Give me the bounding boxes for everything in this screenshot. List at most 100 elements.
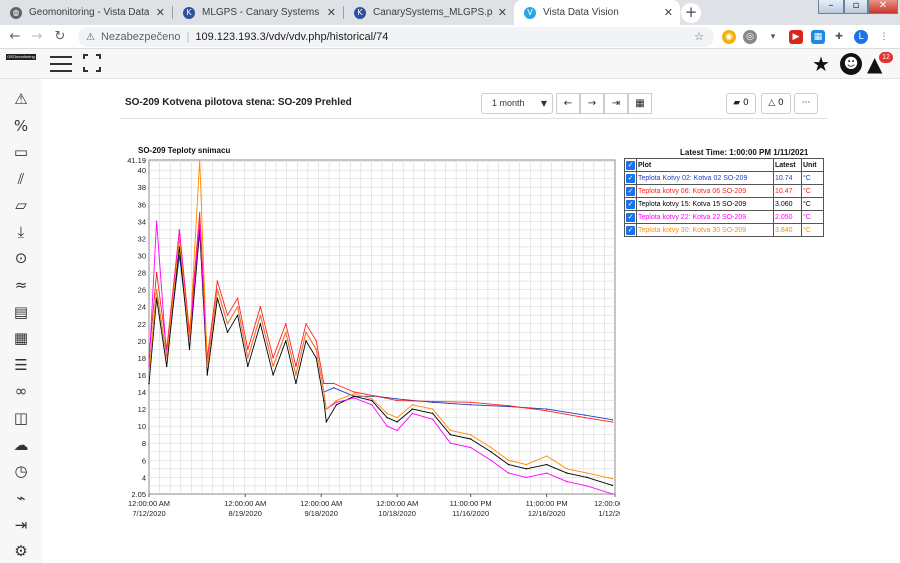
extension-icon[interactable]: ◎ xyxy=(743,30,757,44)
app-header: GEOmonitoring ★ ☻ ▲ xyxy=(0,49,900,79)
data-point xyxy=(236,314,239,316)
previous-period-button[interactable]: ← xyxy=(556,93,580,114)
browser-tab-strip: ◍ Geomonitoring - Vista Data Visio ✕ K M… xyxy=(0,0,900,25)
calendar-button[interactable]: ▦ xyxy=(628,93,652,114)
hamburger-menu-button[interactable] xyxy=(50,56,72,72)
maximize-button[interactable]: ▫ xyxy=(844,0,868,14)
checkbox-icon[interactable]: ✓ xyxy=(626,160,635,170)
download-icon[interactable]: ⤓ xyxy=(10,222,32,242)
data-point xyxy=(371,398,373,400)
calendar-icon[interactable]: ▦ xyxy=(10,328,32,348)
checkbox-icon[interactable]: ✓ xyxy=(626,173,635,183)
data-point xyxy=(611,478,614,480)
legend-plot-name: Teplota Kotvy 02: Kotva 02 SO-209 xyxy=(636,171,774,185)
trend-icon[interactable]: ≈ xyxy=(10,275,32,295)
browser-tab[interactable]: K CanarySystems_MLGPS.pdf ✕ xyxy=(344,0,514,25)
new-tab-button[interactable]: + xyxy=(681,3,701,23)
data-point xyxy=(525,476,528,479)
legend-row[interactable]: ✓ Teplota kotvy 06: Kotva 06 SO-209 10.47 °… xyxy=(624,184,824,198)
clock-icon[interactable]: ◷ xyxy=(10,461,32,481)
satellite-icon[interactable]: ⌁ xyxy=(10,488,32,508)
browser-tab[interactable]: ◍ Geomonitoring - Vista Data Visio ✕ xyxy=(0,0,172,25)
data-point xyxy=(353,393,355,395)
browser-tab-active[interactable]: V Vista Data Vision ✕ xyxy=(514,0,680,25)
data-point xyxy=(353,391,355,393)
address-bar[interactable]: ⚠ Nezabezpečeno | 109.123.193.3/vdv/vdv.php… xyxy=(78,27,714,47)
legend-row[interactable]: ✓ Teplota kotvy 15: Kotva 15 SO-209 3.060 °… xyxy=(624,197,824,211)
legend-checkbox[interactable]: ✓ xyxy=(624,184,637,198)
percent-icon[interactable]: % xyxy=(10,116,32,136)
temperature-chart[interactable]: 2.05 4 6 8 10 12 14 16 18 20 22 24 26 28 30 32 34 36 38 404… xyxy=(100,150,620,522)
user-icon[interactable]: ☻ xyxy=(840,53,862,75)
data-point xyxy=(315,340,317,342)
layout-icon[interactable]: ◫ xyxy=(10,408,32,428)
logout-icon[interactable]: ⇥ xyxy=(10,515,32,535)
keyboard-icon[interactable]: ▤ xyxy=(10,302,32,322)
data-point xyxy=(469,433,472,436)
report-icon[interactable]: ☰ xyxy=(10,355,32,375)
close-icon[interactable]: ✕ xyxy=(156,6,165,19)
fullscreen-icon[interactable] xyxy=(82,53,102,73)
data-point xyxy=(323,391,325,393)
kebab-menu-icon[interactable]: ⋮ xyxy=(877,30,891,44)
next-period-button[interactable]: → xyxy=(580,93,604,114)
checkbox-icon[interactable]: ✓ xyxy=(626,199,635,209)
folder-icon[interactable]: ▱ xyxy=(10,195,32,215)
alert-triangle-icon[interactable]: ⚠ xyxy=(10,89,32,109)
minimize-button[interactable]: – xyxy=(818,0,844,14)
legend-select-all[interactable]: ✓ xyxy=(624,158,637,172)
settings-icon[interactable]: ⚙ xyxy=(10,541,32,561)
data-point xyxy=(490,446,492,449)
close-icon[interactable]: ✕ xyxy=(327,6,336,19)
forward-button[interactable]: → xyxy=(28,28,46,46)
cloud-download-icon[interactable]: ☁ xyxy=(10,435,32,455)
checkbox-icon[interactable]: ✓ xyxy=(626,225,635,235)
map-pin-icon[interactable]: ⊙ xyxy=(10,248,32,268)
more-options-button[interactable]: ··· xyxy=(794,93,818,114)
checkbox-icon[interactable]: ✓ xyxy=(626,212,635,222)
legend-checkbox[interactable]: ✓ xyxy=(624,197,637,211)
profile-avatar[interactable]: L xyxy=(854,30,868,44)
latest-time: Latest Time: 1:00:00 PM 1/11/2021 xyxy=(680,148,809,157)
legend-checkbox[interactable]: ✓ xyxy=(624,223,637,237)
data-point xyxy=(353,395,355,397)
back-button[interactable]: ← xyxy=(6,28,24,46)
alarms-button[interactable]: △ 0 xyxy=(761,93,791,114)
favorites-star-icon[interactable]: ★ xyxy=(812,53,830,75)
jump-to-latest-button[interactable]: ⇥ xyxy=(604,93,628,114)
reload-button[interactable]: ↻ xyxy=(51,28,69,46)
extension-icon[interactable]: ◉ xyxy=(722,30,736,44)
binoculars-icon[interactable]: ∞ xyxy=(10,381,32,401)
x-tick-time-label: 12:00:00 AM xyxy=(594,499,620,508)
data-point xyxy=(566,480,568,483)
pdf-extension-icon[interactable]: ▶ xyxy=(789,30,803,44)
comments-button[interactable]: ▰ 0 xyxy=(726,93,756,114)
close-icon[interactable]: ✕ xyxy=(498,6,507,19)
browser-tab[interactable]: K MLGPS - Canary Systems ✕ xyxy=(173,0,343,25)
chart-icon[interactable]: ⫽ xyxy=(10,169,32,189)
legend-checkbox[interactable]: ✓ xyxy=(624,210,637,224)
x-tick-date-label: 12/16/2020 xyxy=(528,509,566,518)
extension-icon[interactable]: ▾ xyxy=(766,30,780,44)
puzzle-icon[interactable]: ✚ xyxy=(832,30,846,44)
extension-icon[interactable]: ▦ xyxy=(811,30,825,44)
legend-row[interactable]: ✓ Teplota Kotvy 02: Kotva 02 SO-209 10.74 °… xyxy=(624,171,824,185)
legend-row[interactable]: ✓ Teplota kotvy 30: Kotva 30 SO-209 3.840 °… xyxy=(624,223,824,237)
alarm-count: 0 xyxy=(778,98,784,108)
app-logo[interactable]: GEOmonitoring xyxy=(6,54,36,60)
close-window-button[interactable]: ✕ xyxy=(868,0,898,14)
data-point xyxy=(545,455,548,457)
data-point xyxy=(449,429,452,432)
y-tick-label: 6 xyxy=(142,456,146,465)
close-icon[interactable]: ✕ xyxy=(664,6,673,19)
legend-row[interactable]: ✓ Teplota kotvy 22: Kotva 22 SO-209 2.050 °… xyxy=(624,210,824,224)
legend-checkbox[interactable]: ✓ xyxy=(624,171,637,185)
data-point xyxy=(216,297,219,299)
monitor-icon[interactable]: ▭ xyxy=(10,142,32,162)
time-range-select[interactable]: 1 month ▼ xyxy=(481,93,553,114)
checkbox-icon[interactable]: ✓ xyxy=(626,186,635,196)
data-point xyxy=(449,442,452,444)
bookmark-star-icon[interactable]: ☆ xyxy=(694,27,704,47)
data-point xyxy=(353,397,355,399)
data-point xyxy=(507,404,510,407)
